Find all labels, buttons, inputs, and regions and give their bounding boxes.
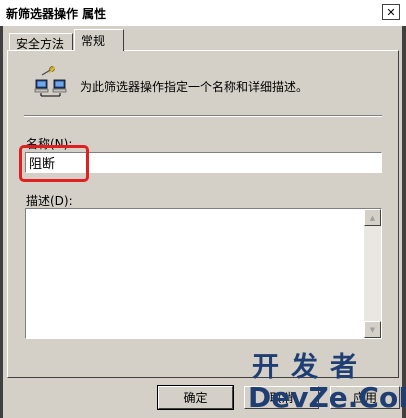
left-border (0, 26, 3, 418)
title-bar[interactable]: 新筛选器操作 属性 ✕ (0, 0, 406, 26)
separator (24, 115, 382, 117)
scroll-up-arrow-icon[interactable]: ▲ (364, 209, 381, 226)
annotation-highlight (19, 145, 89, 182)
scroll-down-arrow-icon[interactable]: ▼ (364, 321, 381, 338)
cancel-button[interactable]: 取消 (244, 386, 319, 409)
info-description: 为此筛选器操作指定一个名称和详细描述。 (80, 80, 309, 94)
tab-security-methods[interactable]: 安全方法 (9, 33, 73, 51)
close-icon[interactable]: ✕ (382, 4, 400, 20)
right-border (402, 26, 406, 418)
network-computers-icon (34, 66, 67, 97)
tab-general[interactable]: 常规 (74, 29, 124, 51)
description-textarea[interactable] (26, 209, 364, 338)
description-box: ▲ ▼ (25, 208, 382, 339)
apply-button[interactable]: 应用 (330, 386, 400, 409)
properties-dialog: 新筛选器操作 属性 ✕ 安全方法 常规 为此筛选器操作指定一个名称和详细描述。 … (0, 0, 406, 418)
ok-button[interactable]: 确定 (157, 385, 234, 410)
vertical-scrollbar[interactable]: ▲ ▼ (364, 209, 381, 338)
window-title: 新筛选器操作 属性 (6, 7, 107, 21)
description-label: 描述(D): (26, 194, 73, 208)
